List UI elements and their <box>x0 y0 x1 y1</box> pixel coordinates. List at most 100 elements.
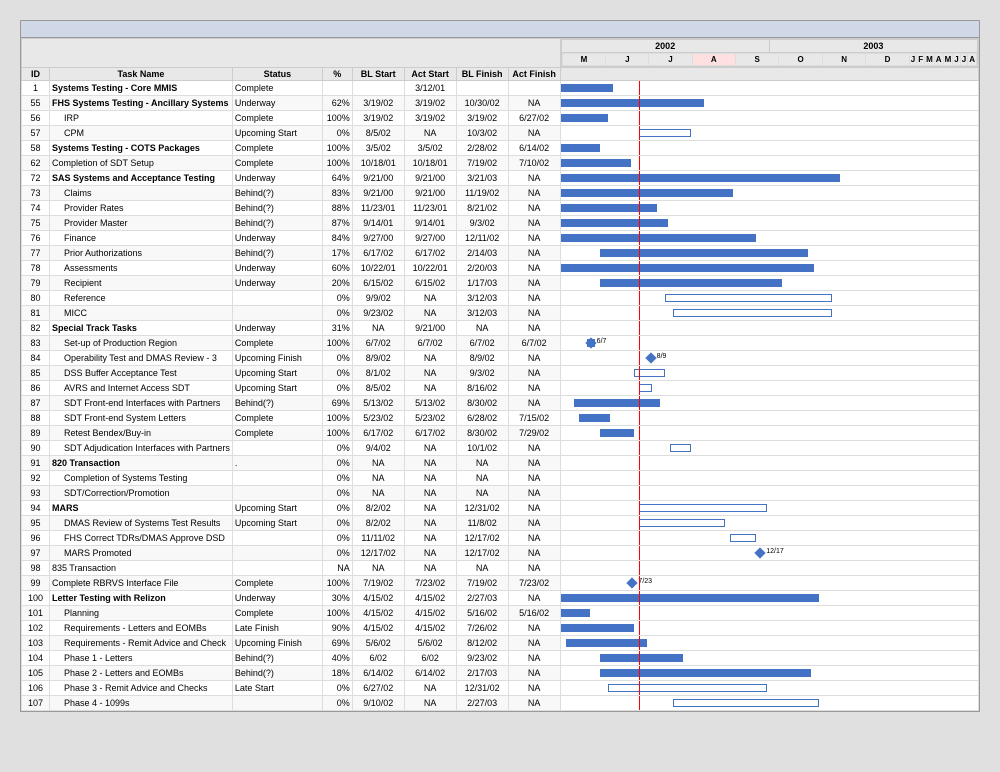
row-pct: 88% <box>322 201 352 216</box>
row-id: 73 <box>22 186 50 201</box>
row-id: 104 <box>22 651 50 666</box>
row-act-finish: 7/15/02 <box>508 411 560 426</box>
row-gantt-cell <box>560 561 978 576</box>
table-row: 101 Planning Complete 100% 4/15/02 4/15/… <box>22 606 979 621</box>
row-act-finish: NA <box>508 216 560 231</box>
year-2002: 2002 <box>561 40 769 53</box>
table-row: 95 DMAS Review of Systems Test Results U… <box>22 516 979 531</box>
row-status: Upcoming Start <box>232 501 322 516</box>
table-row: 75 Provider Master Behind(?) 87% 9/14/01… <box>22 216 979 231</box>
row-act-start: NA <box>404 441 456 456</box>
row-act-start: 3/19/02 <box>404 111 456 126</box>
row-status: Complete <box>232 576 322 591</box>
today-line <box>639 531 640 545</box>
row-bl-start: 8/5/02 <box>352 381 404 396</box>
row-bl-start: 5/6/02 <box>352 636 404 651</box>
row-id: 56 <box>22 111 50 126</box>
table-row: 94 MARS Upcoming Start 0% 8/2/02 NA 12/3… <box>22 501 979 516</box>
month-A3: A <box>968 54 977 66</box>
table-row: 97 MARS Promoted 0% 12/17/02 NA 12/17/02… <box>22 546 979 561</box>
bar-blue <box>561 114 608 122</box>
row-gantt-cell: 7/23 <box>560 576 978 591</box>
row-pct: 40% <box>322 651 352 666</box>
bar-blue <box>600 249 809 257</box>
row-act-finish: NA <box>508 486 560 501</box>
row-task-name: 835 Transaction <box>49 561 232 576</box>
row-gantt-cell <box>560 111 978 126</box>
table-row: 58 Systems Testing - COTS Packages Compl… <box>22 141 979 156</box>
row-act-start: NA <box>404 681 456 696</box>
column-header-row: ID Task Name Status % BL Start Act Start… <box>22 68 979 81</box>
row-bl-finish: 9/23/02 <box>456 651 508 666</box>
row-status: Behind(?) <box>232 396 322 411</box>
month-A1: A <box>692 54 735 66</box>
bar-blue <box>561 234 757 242</box>
row-act-finish: NA <box>508 696 560 711</box>
row-id: 82 <box>22 321 50 336</box>
row-pct: 100% <box>322 156 352 171</box>
milestone-label: 8/9 <box>657 353 667 360</box>
row-bl-start: 6/27/02 <box>352 681 404 696</box>
table-row: 100 Letter Testing with Relizon Underway… <box>22 591 979 606</box>
row-status: Behind(?) <box>232 651 322 666</box>
row-id: 103 <box>22 636 50 651</box>
row-act-start: 11/23/01 <box>404 201 456 216</box>
today-line <box>639 516 640 530</box>
row-act-start: NA <box>404 471 456 486</box>
row-act-start: NA <box>404 351 456 366</box>
row-gantt-cell <box>560 471 978 486</box>
today-line <box>639 291 640 305</box>
row-bl-start: 4/15/02 <box>352 621 404 636</box>
row-bl-finish: 12/17/02 <box>456 531 508 546</box>
milestone-label: 12/17 <box>766 548 784 555</box>
row-task-name: Systems Testing - Core MMIS <box>49 81 232 96</box>
gantt-table: 2002 2003 M J J <box>21 38 979 711</box>
bar-blue <box>561 204 658 212</box>
col-header-gantt <box>560 68 978 81</box>
bar-blue <box>579 414 610 422</box>
row-status: Complete <box>232 81 322 96</box>
row-act-start: 9/21/00 <box>404 186 456 201</box>
row-task-name: IRP <box>49 111 232 126</box>
col-header-act-finish: Act Finish <box>508 68 560 81</box>
row-gantt-cell <box>560 261 978 276</box>
row-gantt-cell <box>560 321 978 336</box>
today-line <box>639 471 640 485</box>
row-act-start: 3/19/02 <box>404 96 456 111</box>
month-J4: J <box>953 54 960 66</box>
row-status <box>232 486 322 501</box>
table-row: 98 835 Transaction NA NA NA NA NA <box>22 561 979 576</box>
table-row: 77 Prior Authorizations Behind(?) 17% 6/… <box>22 246 979 261</box>
row-act-finish: 7/23/02 <box>508 576 560 591</box>
row-pct: 100% <box>322 411 352 426</box>
row-bl-finish: 12/31/02 <box>456 501 508 516</box>
row-gantt-cell <box>560 291 978 306</box>
row-id: 98 <box>22 561 50 576</box>
row-task-name: AVRS and Internet Access SDT <box>49 381 232 396</box>
row-act-finish: NA <box>508 231 560 246</box>
row-act-start: 9/21/00 <box>404 171 456 186</box>
row-bl-finish: 8/9/02 <box>456 351 508 366</box>
row-task-name: MARS <box>49 501 232 516</box>
row-bl-start: 12/17/02 <box>352 546 404 561</box>
row-gantt-cell <box>560 516 978 531</box>
col-header-id: ID <box>22 68 50 81</box>
row-bl-start: NA <box>352 486 404 501</box>
row-pct: 100% <box>322 141 352 156</box>
col-header-act-start: Act Start <box>404 68 456 81</box>
row-task-name: DMAS Review of Systems Test Results <box>49 516 232 531</box>
table-row: 82 Special Track Tasks Underway 31% NA 9… <box>22 321 979 336</box>
row-id: 93 <box>22 486 50 501</box>
row-pct: 100% <box>322 336 352 351</box>
row-gantt-cell <box>560 216 978 231</box>
milestone-diamond <box>645 352 656 363</box>
table-row: 72 SAS Systems and Acceptance Testing Un… <box>22 171 979 186</box>
bar-blue <box>561 264 814 272</box>
bar-blue <box>600 279 783 287</box>
row-act-finish: NA <box>508 291 560 306</box>
row-task-name: Phase 3 - Remit Advice and Checks <box>49 681 232 696</box>
row-bl-finish: 8/30/02 <box>456 426 508 441</box>
bar-blue <box>561 624 634 632</box>
today-line <box>639 186 640 200</box>
table-row: 103 Requirements - Remit Advice and Chec… <box>22 636 979 651</box>
